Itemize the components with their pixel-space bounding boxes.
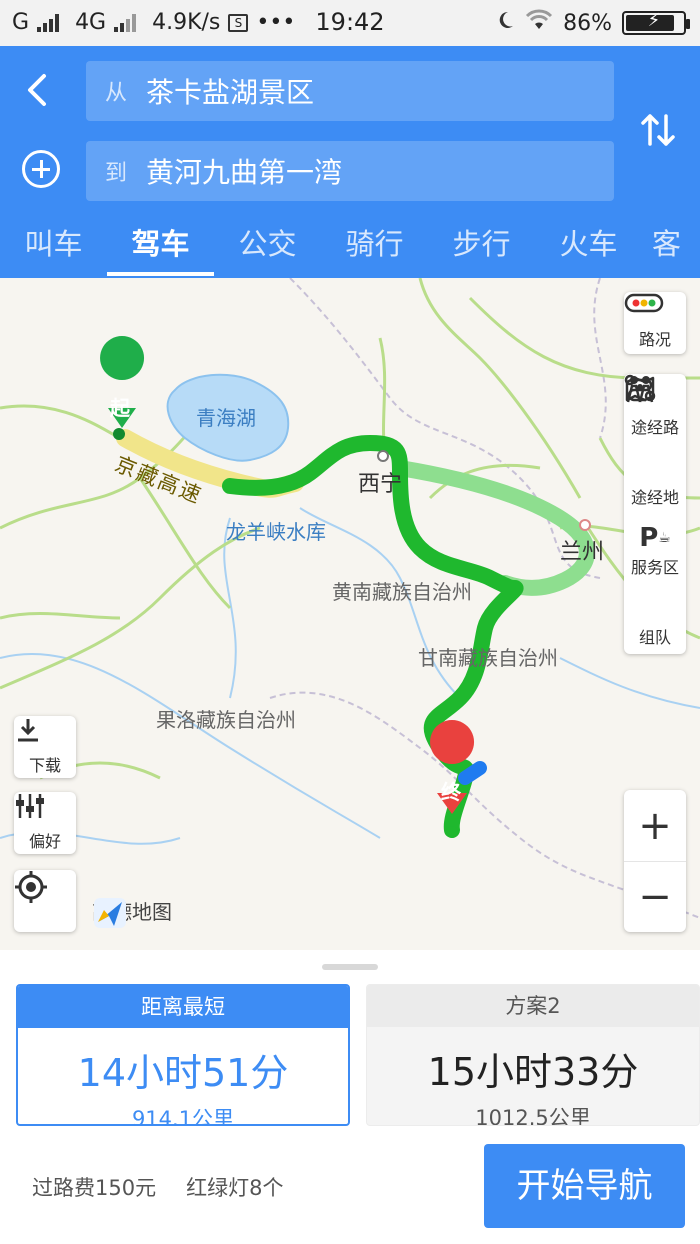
label-lanzhou: 兰州 xyxy=(560,540,605,565)
plan-card-1[interactable]: 距离最短 14小时51分 914.1公里 xyxy=(16,984,350,1126)
label-reservoir: 龙羊峡水库 xyxy=(226,520,326,544)
drag-handle[interactable] xyxy=(322,964,378,970)
tab-drive[interactable]: 驾车 xyxy=(107,212,214,278)
plan-card-2[interactable]: 方案2 15小时33分 1012.5公里 xyxy=(366,984,700,1126)
team-label: 组队 xyxy=(638,628,671,647)
plan-2-distance: 1012.5公里 xyxy=(475,1106,591,1126)
destination-prefix: 到 xyxy=(104,161,127,186)
swap-arrows-icon xyxy=(641,114,675,146)
parking-cup-icon: P ☕ xyxy=(639,523,671,553)
waypoint-place-label: 途经地 xyxy=(630,488,679,507)
preference-button[interactable]: 偏好 xyxy=(14,792,76,854)
tab-coach[interactable]: 客 xyxy=(642,212,700,278)
service-area-label: 服务区 xyxy=(630,558,679,577)
tab-taxi[interactable]: 叫车 xyxy=(0,212,107,278)
swap-button[interactable] xyxy=(640,110,676,150)
toll-info: 过路费150元 xyxy=(32,1176,157,1200)
battery-icon: ⚡ xyxy=(622,10,690,35)
traffic-toggle[interactable]: 路况 xyxy=(624,292,686,354)
waypoint-route-label: 途经路 xyxy=(630,418,679,437)
zoom-controls: + − xyxy=(624,790,686,932)
route-header: 从 茶卡盐湖景区 到 黄河九曲第一湾 叫车 驾车 公交 骑行 步行 火车 客 xyxy=(0,46,700,278)
route-map[interactable]: 起 终 青海湖 京藏高速 龙羊峡水库 西宁 兰州 黄南藏族自治州 甘南藏族自治州… xyxy=(0,278,700,950)
plan-1-name: 距离最短 xyxy=(18,986,348,1028)
tab-bus[interactable]: 公交 xyxy=(214,212,321,278)
tab-bike[interactable]: 骑行 xyxy=(321,212,428,278)
zoom-in-button[interactable]: + xyxy=(624,790,686,861)
start-navigation-button[interactable]: 开始导航 xyxy=(484,1144,685,1228)
waypoint-place-button[interactable]: 途经地 xyxy=(624,376,686,514)
label-guoluo: 果洛藏族自治州 xyxy=(156,708,296,732)
trip-info: 过路费150元 红绿灯8个 xyxy=(32,1172,283,1202)
team-button[interactable]: 组队 xyxy=(624,376,686,654)
label-start-marker: 起 xyxy=(110,396,130,420)
tab-train[interactable]: 火车 xyxy=(535,212,642,278)
download-button[interactable]: 下载 xyxy=(14,716,76,778)
plan-2-time: 15小时33分 xyxy=(427,1050,639,1094)
origin-prefix: 从 xyxy=(104,81,127,106)
plan-1-time: 14小时51分 xyxy=(77,1051,289,1095)
back-button[interactable] xyxy=(18,70,58,110)
map-canvas xyxy=(0,278,700,919)
team-icon xyxy=(624,376,686,624)
label-lake: 青海湖 xyxy=(196,406,256,430)
download-icon xyxy=(14,719,76,752)
label-xining: 西宁 xyxy=(358,472,403,497)
amap-logo-icon xyxy=(94,898,126,928)
plan-1-distance: 914.1公里 xyxy=(131,1107,235,1126)
destination-field[interactable]: 到 黄河九曲第一湾 xyxy=(86,141,614,201)
sliders-icon xyxy=(14,794,76,828)
tab-walk[interactable]: 步行 xyxy=(428,212,535,278)
traffic-light-icon xyxy=(624,293,686,326)
map-pin-icon xyxy=(624,376,686,484)
status-right: 86% ⚡ xyxy=(495,9,690,37)
add-waypoint-button[interactable] xyxy=(22,150,60,188)
label-huangnan: 黄南藏族自治州 xyxy=(332,580,472,604)
moon-icon xyxy=(495,10,515,36)
label-gannan: 甘南藏族自治州 xyxy=(418,646,558,670)
destination-value: 黄河九曲第一湾 xyxy=(146,156,343,189)
traffic-lights-info: 红绿灯8个 xyxy=(186,1176,284,1200)
origin-value: 茶卡盐湖景区 xyxy=(146,76,315,109)
origin-field[interactable]: 从 茶卡盐湖景区 xyxy=(86,61,614,121)
traffic-label: 路况 xyxy=(638,330,671,349)
status-bar: G 4G 4.9K/s S ••• 19:42 86% ⚡ xyxy=(0,0,700,46)
transport-tabs: 叫车 驾车 公交 骑行 步行 火车 客 xyxy=(0,212,700,278)
chevron-left-icon xyxy=(28,74,46,106)
locate-button[interactable] xyxy=(14,870,76,932)
battery-percent: 86% xyxy=(563,10,612,36)
alternative-route xyxy=(392,460,595,596)
plan-2-name: 方案2 xyxy=(367,985,699,1027)
preference-label: 偏好 xyxy=(28,832,61,851)
service-area-button[interactable]: P ☕ 服务区 xyxy=(624,514,686,584)
map-brand: 高德地图 xyxy=(92,896,172,928)
start-marker xyxy=(100,336,145,440)
map-tools: 途经路 途经地 P ☕ 服务区 组队 xyxy=(624,374,686,654)
route-plans-panel: 距离最短 14小时51分 914.1公里 方案2 15小时33分 1012.5公… xyxy=(0,950,700,1244)
zoom-out-button[interactable]: − xyxy=(624,861,686,932)
download-label: 下载 xyxy=(28,756,61,775)
label-end-marker: 终 xyxy=(441,780,461,804)
wifi-icon xyxy=(525,9,553,37)
locate-icon xyxy=(15,871,47,903)
